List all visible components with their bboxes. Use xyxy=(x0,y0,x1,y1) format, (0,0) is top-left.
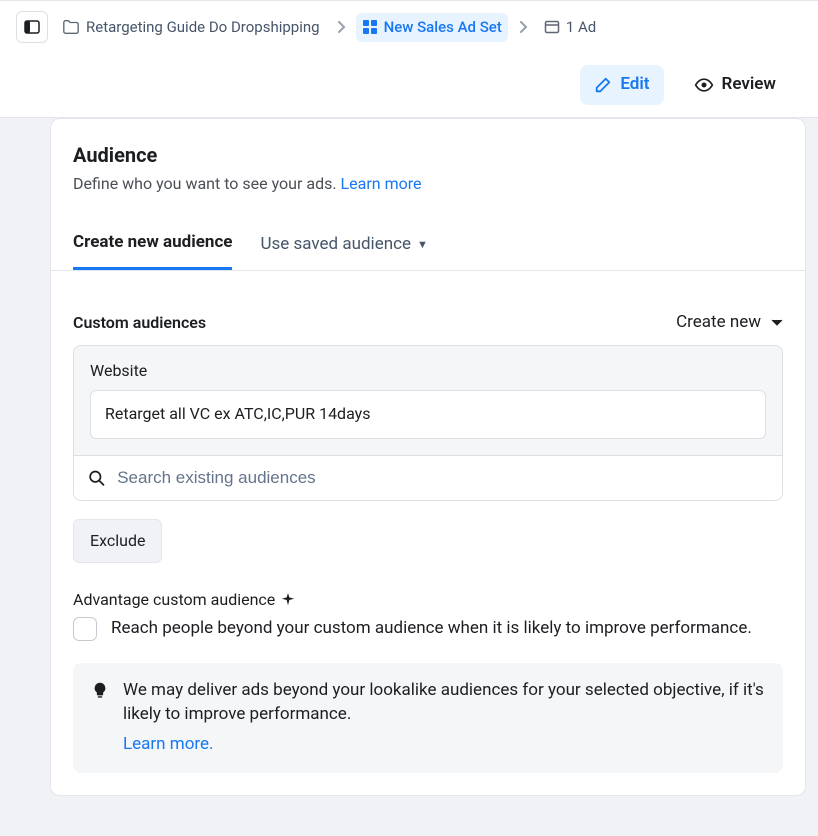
advantage-checkbox[interactable] xyxy=(73,617,97,641)
ad-icon xyxy=(544,19,560,35)
edit-button[interactable]: Edit xyxy=(580,65,663,105)
edit-label: Edit xyxy=(620,73,649,97)
audience-title: Audience xyxy=(73,141,783,169)
folder-icon xyxy=(62,18,80,36)
chevron-right-icon xyxy=(516,21,530,33)
create-new-button[interactable]: Create new xyxy=(676,311,783,335)
audience-tabs: Create new audience Use saved audience ▼ xyxy=(51,219,805,271)
audience-selection-box: Website Retarget all VC ex ATC,IC,PUR 14… xyxy=(73,345,783,501)
exclude-button[interactable]: Exclude xyxy=(73,519,162,563)
chevron-right-icon xyxy=(334,21,348,33)
sparkle-icon xyxy=(281,593,295,607)
breadcrumb-ad[interactable]: 1 Ad xyxy=(538,13,602,42)
custom-audiences-label: Custom audiences xyxy=(73,312,206,334)
review-button[interactable]: Review xyxy=(680,65,790,105)
toolbar: Edit Review xyxy=(0,53,818,117)
eye-icon xyxy=(694,75,714,95)
selected-audience-chip[interactable]: Retarget all VC ex ATC,IC,PUR 14days xyxy=(90,390,766,438)
panel-toggle-button[interactable] xyxy=(16,11,48,43)
breadcrumb-ad-label: 1 Ad xyxy=(566,17,596,38)
audience-source-label: Website xyxy=(90,360,766,382)
search-existing-row[interactable] xyxy=(74,455,782,500)
breadcrumb-adset[interactable]: New Sales Ad Set xyxy=(356,13,508,42)
review-label: Review xyxy=(722,73,776,97)
create-new-label: Create new xyxy=(676,311,761,335)
exclude-label: Exclude xyxy=(90,531,145,550)
tab-saved[interactable]: Use saved audience ▼ xyxy=(260,219,427,270)
advantage-audience-label: Advantage custom audience xyxy=(73,589,783,611)
info-learn-more-link[interactable]: Learn more. xyxy=(123,733,765,757)
search-input[interactable] xyxy=(117,468,768,488)
breadcrumb: Retargeting Guide Do Dropshipping New Sa… xyxy=(0,0,818,53)
edit-icon xyxy=(594,76,612,94)
tab-saved-label: Use saved audience xyxy=(260,233,411,257)
lightbulb-icon xyxy=(91,681,109,699)
learn-more-link[interactable]: Learn more xyxy=(341,174,422,193)
grid-icon xyxy=(362,19,378,35)
caret-down-icon: ▼ xyxy=(417,237,428,252)
selected-audience-text: Retarget all VC ex ATC,IC,PUR 14days xyxy=(105,404,371,423)
search-icon xyxy=(88,469,105,487)
panel-icon xyxy=(24,19,40,35)
info-banner: We may deliver ads beyond your lookalike… xyxy=(73,663,783,772)
tab-create-label: Create new audience xyxy=(73,231,232,255)
audience-card: Audience Define who you want to see your… xyxy=(50,118,806,796)
info-banner-text: We may deliver ads beyond your lookalike… xyxy=(123,680,764,724)
breadcrumb-adset-label: New Sales Ad Set xyxy=(384,17,502,38)
breadcrumb-campaign[interactable]: Retargeting Guide Do Dropshipping xyxy=(56,13,326,42)
breadcrumb-campaign-label: Retargeting Guide Do Dropshipping xyxy=(86,17,320,38)
caret-down-icon xyxy=(771,319,783,327)
tab-create-new[interactable]: Create new audience xyxy=(73,219,232,270)
advantage-description: Reach people beyond your custom audience… xyxy=(111,617,752,641)
audience-subtitle: Define who you want to see your ads. Lea… xyxy=(73,173,783,195)
